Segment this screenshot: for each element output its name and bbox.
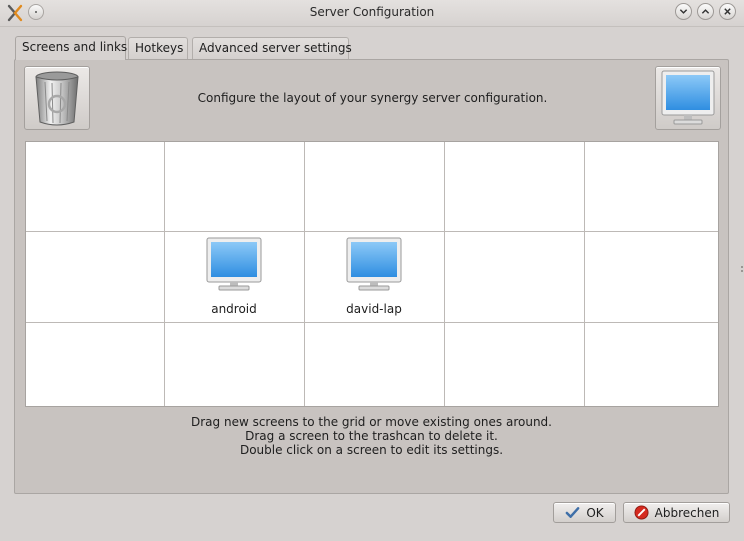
checkmark-icon	[565, 507, 580, 518]
grid-divider	[164, 142, 165, 406]
screen-layout-grid[interactable]: android david-lap	[25, 141, 719, 407]
screen-name-label: android	[211, 302, 257, 316]
ok-button[interactable]: OK	[553, 502, 616, 523]
minimize-button[interactable]	[675, 3, 692, 20]
grid-divider	[304, 142, 305, 406]
trash-can-icon	[35, 71, 79, 126]
screen-name-label: david-lap	[346, 302, 402, 316]
grid-screen-david-lap[interactable]: david-lap	[309, 237, 439, 316]
trash-button[interactable]	[24, 66, 90, 130]
grid-instructions: Drag new screens to the grid or move exi…	[15, 415, 728, 457]
tab-screens-and-links[interactable]: Screens and links	[15, 36, 127, 60]
close-icon	[724, 8, 731, 15]
resize-grip-icon[interactable]	[741, 266, 743, 272]
layout-heading: Configure the layout of your synergy ser…	[197, 91, 548, 105]
cancel-button-label: Abbrechen	[654, 505, 720, 520]
grid-divider	[26, 231, 718, 232]
chevron-down-icon	[679, 9, 688, 14]
new-screen-button[interactable]	[655, 66, 721, 130]
grid-divider	[444, 142, 445, 406]
tab-advanced-server-settings[interactable]: Advanced server settings	[192, 37, 352, 59]
window-title: Server Configuration	[309, 5, 435, 19]
monitor-icon	[206, 237, 262, 291]
instruction-line: Drag new screens to the grid or move exi…	[191, 415, 552, 429]
instruction-line: Double click on a screen to edit its set…	[239, 443, 504, 457]
monitor-icon	[346, 237, 402, 291]
maximize-button[interactable]	[697, 3, 714, 20]
grid-screen-android[interactable]: android	[169, 237, 299, 316]
screens-and-links-panel: Configure the layout of your synergy ser…	[14, 59, 729, 494]
instruction-line: Drag a screen to the trashcan to delete …	[245, 429, 498, 443]
monitor-icon	[661, 70, 715, 125]
ok-button-label: OK	[586, 505, 604, 520]
chevron-up-icon	[701, 9, 710, 14]
cancel-button[interactable]: Abbrechen	[623, 502, 730, 523]
close-button[interactable]	[719, 3, 736, 20]
grid-divider	[26, 322, 718, 323]
title-bar: Server Configuration	[0, 0, 744, 27]
cancel-icon	[634, 505, 649, 520]
grid-divider	[584, 142, 585, 406]
tab-hotkeys[interactable]: Hotkeys	[128, 37, 188, 59]
